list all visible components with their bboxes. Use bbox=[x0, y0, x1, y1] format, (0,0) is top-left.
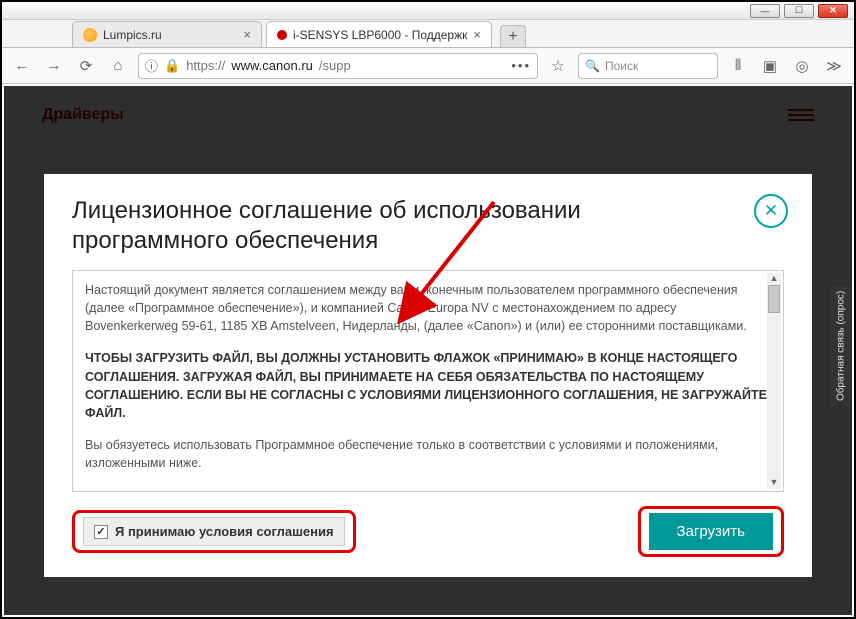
tab-canon[interactable]: i-SENSYS LBP6000 - Поддержк × bbox=[266, 21, 492, 47]
reload-button[interactable]: ⟳ bbox=[74, 57, 98, 75]
favicon-icon bbox=[277, 30, 287, 40]
url-host: www.canon.ru bbox=[231, 58, 313, 73]
browser-toolbar: ← → ⟳ ⌂ ⓘ 🔒 https:// www.canon.ru/supp ••… bbox=[2, 48, 854, 84]
overflow-button[interactable]: ≫ bbox=[822, 57, 846, 75]
url-path: /supp bbox=[319, 58, 351, 73]
new-tab-button[interactable]: + bbox=[500, 25, 526, 47]
info-icon: ⓘ bbox=[145, 56, 158, 75]
sidebar-button[interactable]: ▣ bbox=[758, 57, 782, 75]
highlight-accept: ✓ Я принимаю условия соглашения bbox=[72, 510, 356, 553]
back-button[interactable]: ← bbox=[10, 57, 34, 74]
accept-checkbox[interactable]: ✓ Я принимаю условия соглашения bbox=[83, 517, 345, 546]
license-paragraph: Настоящий документ является соглашением … bbox=[85, 281, 771, 335]
checkbox-icon[interactable]: ✓ bbox=[94, 525, 108, 539]
feedback-side-tab[interactable]: Обратная связь (опрос) bbox=[830, 286, 852, 406]
accept-label: Я принимаю условия соглашения bbox=[115, 524, 334, 539]
scroll-thumb[interactable] bbox=[768, 285, 780, 313]
close-icon[interactable]: × bbox=[473, 27, 481, 42]
window-close-button[interactable] bbox=[818, 4, 848, 18]
page-actions-icon[interactable]: ••• bbox=[511, 58, 531, 73]
search-placeholder: Поиск bbox=[605, 59, 638, 73]
scroll-up-icon[interactable]: ▲ bbox=[767, 273, 781, 285]
tab-lumpics[interactable]: Lumpics.ru × bbox=[72, 21, 262, 47]
tab-label: Lumpics.ru bbox=[103, 28, 162, 42]
search-input[interactable]: 🔍 Поиск bbox=[578, 53, 718, 79]
window-titlebar bbox=[2, 2, 854, 20]
account-button[interactable]: ◎ bbox=[790, 57, 814, 75]
lock-icon: 🔒 bbox=[164, 58, 180, 74]
library-button[interactable]: ⫴ bbox=[726, 57, 750, 74]
license-text-box: Настоящий документ является соглашением … bbox=[72, 270, 784, 492]
tab-strip: Lumpics.ru × i-SENSYS LBP6000 - Поддержк… bbox=[2, 20, 854, 48]
scrollbar[interactable]: ▲ ▼ bbox=[767, 273, 781, 489]
close-icon[interactable]: × bbox=[243, 27, 251, 42]
home-button[interactable]: ⌂ bbox=[106, 57, 130, 74]
highlight-download: Загрузить bbox=[638, 506, 785, 557]
license-modal: ✕ Лицензионное соглашение об использован… bbox=[44, 174, 812, 577]
favicon-icon bbox=[83, 28, 97, 42]
modal-title: Лицензионное соглашение об использовании… bbox=[72, 196, 632, 256]
forward-button[interactable]: → bbox=[42, 57, 66, 74]
url-protocol: https:// bbox=[186, 58, 225, 73]
modal-close-button[interactable]: ✕ bbox=[754, 194, 788, 228]
tab-label: i-SENSYS LBP6000 - Поддержк bbox=[293, 28, 467, 42]
search-icon: 🔍 bbox=[585, 59, 600, 73]
download-button[interactable]: Загрузить bbox=[649, 513, 774, 550]
address-bar[interactable]: ⓘ 🔒 https:// www.canon.ru/supp ••• bbox=[138, 53, 538, 79]
scroll-down-icon[interactable]: ▼ bbox=[767, 477, 781, 489]
window-maximize-button[interactable] bbox=[784, 4, 814, 18]
window-minimize-button[interactable] bbox=[750, 4, 780, 18]
bookmark-button[interactable]: ☆ bbox=[546, 57, 570, 75]
license-paragraph: Вы обязуетесь использовать Программное о… bbox=[85, 436, 771, 472]
license-paragraph-bold: ЧТОБЫ ЗАГРУЗИТЬ ФАЙЛ, ВЫ ДОЛЖНЫ УСТАНОВИ… bbox=[85, 349, 771, 422]
